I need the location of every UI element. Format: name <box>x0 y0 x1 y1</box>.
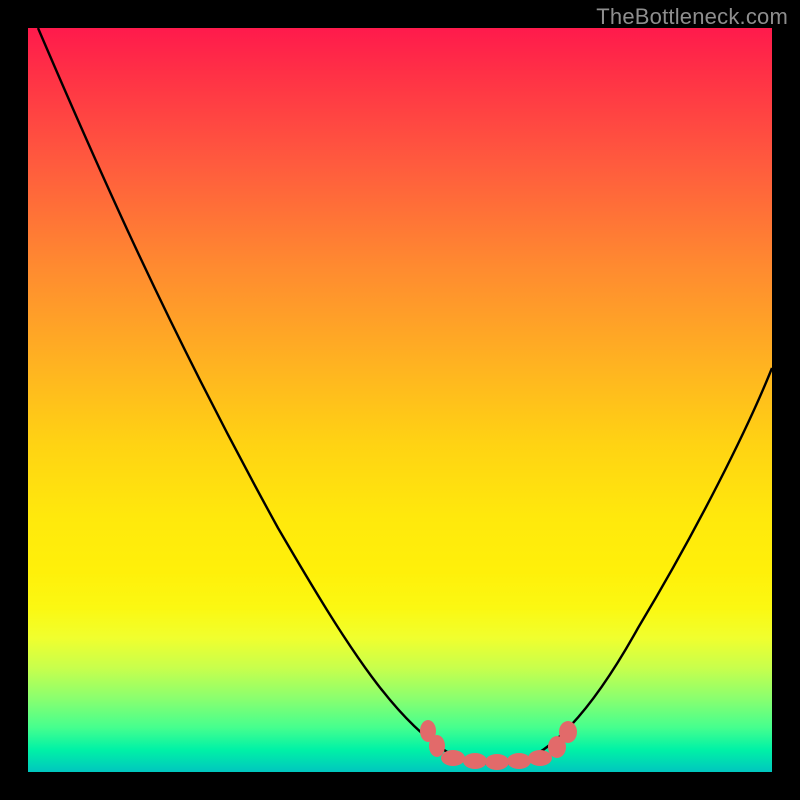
watermark-text: TheBottleneck.com <box>596 4 788 30</box>
curve-layer <box>28 28 772 772</box>
plot-area <box>28 28 772 772</box>
bottleneck-curve <box>38 28 772 764</box>
chart-stage: TheBottleneck.com <box>0 0 800 800</box>
optimal-band-markers <box>420 720 577 770</box>
